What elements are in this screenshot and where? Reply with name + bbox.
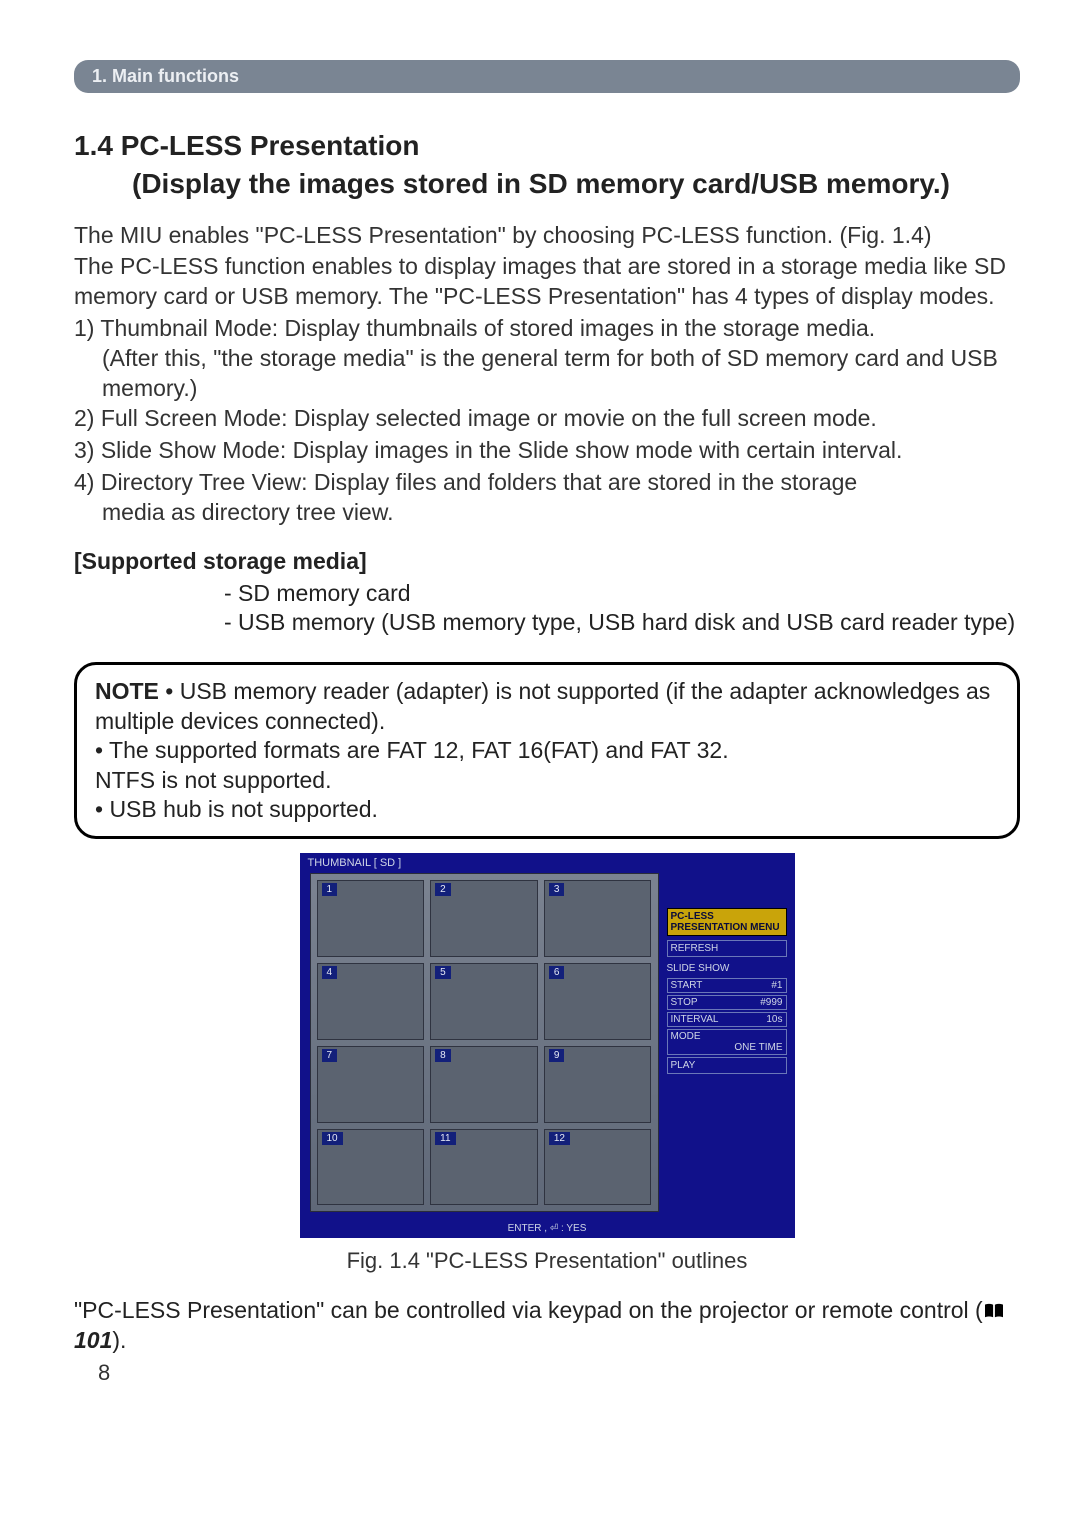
note-line-2: • The supported formats are FAT 12, FAT …	[95, 737, 729, 763]
screenshot-title: THUMBNAIL [ SD ]	[308, 857, 402, 869]
mode-4-line1: 4) Directory Tree View: Display files an…	[74, 469, 857, 495]
after-figure-text: "PC-LESS Presentation" can be controlled…	[74, 1296, 1020, 1356]
after-fig-a: "PC-LESS Presentation" can be controlled…	[74, 1297, 983, 1323]
stop-label: STOP	[671, 997, 698, 1008]
figure-caption: Fig. 1.4 "PC-LESS Presentation" outlines	[300, 1248, 795, 1274]
note-line-1: • USB memory reader (adapter) is not sup…	[95, 678, 990, 733]
mode-2: 2) Full Screen Mode: Display selected im…	[74, 404, 1020, 434]
thumbnail-number: 1	[322, 883, 338, 896]
note-line-3: NTFS is not supported.	[95, 767, 332, 793]
note-box: NOTE • USB memory reader (adapter) is no…	[74, 662, 1020, 839]
mode-1: 1) Thumbnail Mode: Display thumbnails of…	[74, 314, 1020, 404]
thumbnail-area: 1 2 3 4 5 6 7 8 9 10 11 12	[310, 873, 659, 1212]
thumbnail-number: 9	[549, 1049, 565, 1062]
stop-row: STOP #999	[667, 995, 787, 1010]
heading-main: 1.4 PC-LESS Presentation	[74, 130, 419, 161]
interval-value: 10s	[766, 1014, 782, 1025]
mode-row: MODE ONE TIME	[667, 1029, 787, 1055]
intro-p1: The MIU enables "PC-LESS Presentation" b…	[74, 221, 1020, 251]
intro-block: The MIU enables "PC-LESS Presentation" b…	[74, 221, 1020, 528]
supported-heading: [Supported storage media]	[74, 548, 1020, 575]
thumbnail-number: 5	[435, 966, 451, 979]
thumbnail-number: 10	[322, 1132, 343, 1145]
thumbnail-number: 7	[322, 1049, 338, 1062]
intro-p2: The PC-LESS function enables to display …	[74, 252, 1020, 312]
cross-ref: 101	[74, 1327, 112, 1353]
mode-3: 3) Slide Show Mode: Display images in th…	[74, 436, 1020, 466]
supported-item-sd: - SD memory card	[224, 579, 1020, 609]
play-button: PLAY	[667, 1057, 787, 1074]
after-fig-b: ).	[112, 1327, 126, 1353]
thumbnail: 6	[544, 963, 652, 1040]
mode-4: 4) Directory Tree View: Display files an…	[74, 468, 1020, 528]
pcless-screenshot: THUMBNAIL [ SD ] 1 2 3 4 5 6 7 8 9 10 11…	[300, 853, 795, 1238]
thumbnail-number: 6	[549, 966, 565, 979]
mode-1-line1: 1) Thumbnail Mode: Display thumbnails of…	[74, 315, 875, 341]
section-bar: 1. Main functions	[74, 60, 1020, 93]
interval-row: INTERVAL 10s	[667, 1012, 787, 1027]
screenshot-footer: ENTER , ⏎ : YES	[300, 1223, 795, 1234]
panel-title: PC-LESS PRESENTATION MENU	[667, 908, 787, 936]
thumbnail: 8	[430, 1046, 538, 1123]
note-line-4: • USB hub is not supported.	[95, 796, 378, 822]
thumbnail: 4	[317, 963, 425, 1040]
thumbnail: 9	[544, 1046, 652, 1123]
thumbnail: 3	[544, 880, 652, 957]
thumbnail-grid: 1 2 3 4 5 6 7 8 9 10 11 12	[317, 880, 652, 1205]
mode-label: MODE	[671, 1031, 701, 1042]
thumbnail: 1	[317, 880, 425, 957]
slideshow-label: SLIDE SHOW	[667, 961, 787, 976]
thumbnail-number: 3	[549, 883, 565, 896]
thumbnail: 2	[430, 880, 538, 957]
thumbnail: 11	[430, 1129, 538, 1206]
thumbnail-number: 11	[435, 1132, 455, 1145]
mode-value: ONE TIME	[671, 1042, 783, 1053]
note-label: NOTE	[95, 678, 159, 704]
mode-4-line2: media as directory tree view.	[74, 498, 1020, 528]
thumbnail-number: 2	[435, 883, 451, 896]
section-heading: 1.4 PC-LESS Presentation (Display the im…	[74, 127, 1020, 203]
start-value: #1	[771, 980, 782, 991]
stop-value: #999	[760, 997, 782, 1008]
thumbnail: 12	[544, 1129, 652, 1206]
start-row: START #1	[667, 978, 787, 993]
thumbnail-number: 8	[435, 1049, 451, 1062]
side-panel: PC-LESS PRESENTATION MENU REFRESH SLIDE …	[667, 908, 787, 1078]
page-number: 8	[74, 1360, 1020, 1386]
heading-sub: (Display the images stored in SD memory …	[74, 165, 1020, 203]
book-icon	[983, 1298, 1005, 1316]
start-label: START	[671, 980, 703, 991]
thumbnail: 10	[317, 1129, 425, 1206]
thumbnail: 7	[317, 1046, 425, 1123]
mode-1-line2: (After this, "the storage media" is the …	[74, 344, 1020, 404]
thumbnail-number: 4	[322, 966, 338, 979]
interval-label: INTERVAL	[671, 1014, 719, 1025]
supported-item-usb: - USB memory (USB memory type, USB hard …	[224, 608, 1020, 638]
thumbnail: 5	[430, 963, 538, 1040]
refresh-button: REFRESH	[667, 940, 787, 957]
page: 1. Main functions 1.4 PC-LESS Presentati…	[0, 0, 1080, 1416]
figure-1-4: THUMBNAIL [ SD ] 1 2 3 4 5 6 7 8 9 10 11…	[300, 853, 795, 1274]
thumbnail-number: 12	[549, 1132, 570, 1145]
supported-list: - SD memory card - USB memory (USB memor…	[74, 579, 1020, 639]
